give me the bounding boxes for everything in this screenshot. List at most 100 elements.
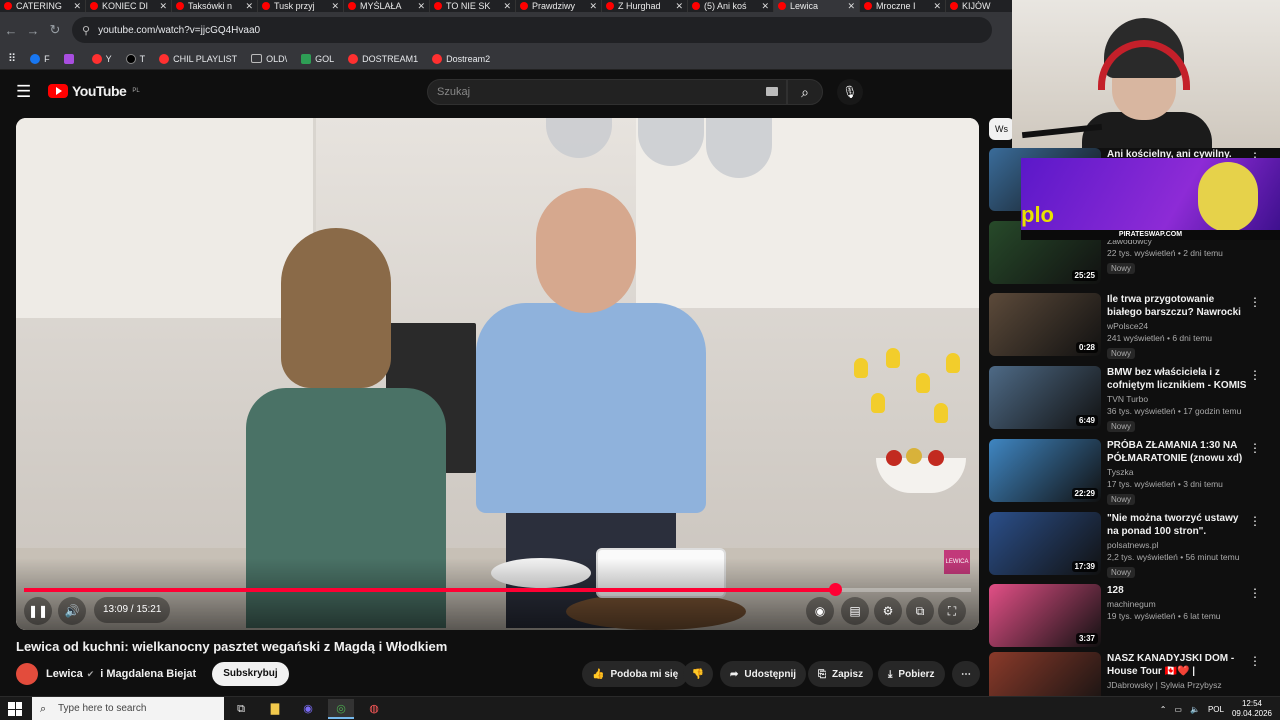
url-text[interactable]: youtube.com/watch?v=jjcGQ4Hvaa0 (98, 25, 260, 36)
dislike-button[interactable]: 👎 (683, 661, 713, 687)
more-actions-button[interactable]: ⋯ (952, 661, 980, 687)
hamburger-menu-icon[interactable]: ☰ (16, 82, 31, 102)
bookmark-item[interactable] (63, 53, 78, 64)
browser-tab[interactable]: KIJÓW✕ (946, 0, 1012, 12)
clock[interactable]: 12:54 09.04.2026 (1232, 699, 1272, 719)
like-button[interactable]: 👍 Podoba mi się (582, 661, 689, 687)
recommendation-title[interactable]: "Nie można tworzyć ustawy na ponad 100 s… (1107, 512, 1247, 538)
recommendation-thumbnail[interactable]: 22:29 (989, 439, 1101, 502)
recommendation-thumbnail[interactable]: 6:49 (989, 366, 1101, 429)
recommendation-channel[interactable]: polsatnews.pl (1107, 540, 1247, 550)
task-view-icon[interactable]: ⧉ (228, 699, 254, 719)
bookmark-item[interactable]: Y (91, 53, 112, 64)
browser-tab[interactable]: Z Hurghad ✕ (602, 0, 688, 12)
voice-search-button[interactable]: 🎙 (837, 79, 863, 105)
obs-icon[interactable]: ◍ (361, 699, 387, 719)
close-icon[interactable]: ✕ (73, 1, 81, 12)
close-icon[interactable]: ✕ (589, 1, 597, 12)
browser-tab[interactable]: CATERING ✕ (0, 0, 86, 12)
recommendation-channel[interactable]: TVN Turbo (1107, 394, 1247, 404)
close-icon[interactable]: ✕ (933, 1, 941, 12)
autoplay-toggle[interactable]: ◉ (806, 597, 834, 625)
save-button[interactable]: ⎘ Zapisz (808, 661, 874, 687)
more-options-icon[interactable]: ⋮ (1249, 654, 1261, 668)
windows-start-icon[interactable] (8, 702, 22, 716)
reload-icon[interactable]: ↻ (44, 22, 66, 38)
recommendation-title[interactable]: NASZ KANADYJSKI DOM - House Tour 🇨🇦❤️ | … (1107, 652, 1247, 678)
recommendation-channel[interactable]: Tyszka (1107, 467, 1247, 477)
collab-name[interactable]: i Magdalena Biejat (100, 668, 196, 680)
search-button[interactable]: ⌕ (787, 79, 823, 105)
subscribe-button[interactable]: Subskrybuj (212, 662, 289, 686)
close-icon[interactable]: ✕ (417, 1, 425, 12)
progress-bar[interactable] (24, 583, 971, 596)
close-icon[interactable]: ✕ (245, 1, 253, 12)
discord-icon[interactable]: ◉ (295, 699, 321, 719)
more-options-icon[interactable]: ⋮ (1249, 586, 1261, 600)
channel-name[interactable]: Lewica (46, 668, 83, 680)
more-options-icon[interactable]: ⋮ (1249, 514, 1261, 528)
close-icon[interactable]: ✕ (761, 1, 769, 12)
close-icon[interactable]: ✕ (503, 1, 511, 12)
more-options-icon[interactable]: ⋮ (1249, 368, 1261, 382)
recommendation-item[interactable]: 3:37 128 machinegum 19 tys. wyświetleń • 6 … (989, 584, 1275, 650)
browser-tab[interactable]: Prawdziwy ✕ (516, 0, 602, 12)
channel-avatar[interactable] (16, 663, 38, 685)
bookmark-item[interactable]: OLD\ (251, 54, 287, 64)
download-button[interactable]: ⤓ Pobierz (878, 661, 945, 687)
chevron-up-icon[interactable]: ⌃ (1160, 705, 1167, 714)
network-icon[interactable]: ▭ (1174, 705, 1182, 714)
more-options-icon[interactable]: ⋮ (1249, 295, 1261, 309)
video-player[interactable]: LEWICA ❚❚ 🔊 13:09 / 15:21 ◉ ▤ ⚙ ⧉ ⛶ (16, 118, 979, 630)
miniplayer-button[interactable]: ⧉ (906, 597, 934, 625)
keyboard-icon[interactable] (766, 87, 778, 96)
close-icon[interactable]: ✕ (331, 1, 339, 12)
subtitles-button[interactable]: ▤ (841, 597, 869, 625)
forward-icon[interactable]: → (22, 23, 44, 38)
search-input[interactable]: Szukaj (427, 79, 787, 105)
bookmark-item[interactable]: T (125, 53, 145, 64)
more-options-icon[interactable]: ⋮ (1249, 441, 1261, 455)
chip-all[interactable]: Ws (989, 118, 1014, 140)
settings-button[interactable]: ⚙ (874, 597, 902, 625)
file-explorer-icon[interactable]: ▇ (262, 699, 288, 719)
volume-icon[interactable]: 🔈 (1190, 705, 1200, 714)
taskbar-search[interactable]: ⌕ Type here to search (32, 697, 224, 720)
back-icon[interactable]: ← (0, 23, 22, 38)
browser-tab[interactable]: Lewica ✕ (774, 0, 860, 12)
chrome-icon[interactable]: ◎ (328, 699, 354, 719)
omnibox[interactable]: ⚲ youtube.com/watch?v=jjcGQ4Hvaa0 (72, 17, 992, 43)
pause-button[interactable]: ❚❚ (24, 597, 52, 625)
browser-tab[interactable]: MYŚLAŁA ✕ (344, 0, 430, 12)
recommendation-channel[interactable]: wPolsce24 (1107, 321, 1247, 331)
close-icon[interactable]: ✕ (675, 1, 683, 12)
recommendation-title[interactable]: PRÓBA ZŁAMANIA 1:30 NA PÓŁMARATONIE (zno… (1107, 439, 1247, 465)
browser-tab[interactable]: Mroczne I ✕ (860, 0, 946, 12)
scrubber-handle[interactable] (828, 583, 842, 596)
browser-tab[interactable]: TO NIE SK ✕ (430, 0, 516, 12)
apps-icon[interactable]: ⠿ (8, 52, 16, 65)
recommendation-channel[interactable]: machinegum (1107, 599, 1247, 609)
browser-tab[interactable]: Tusk przyj ✕ (258, 0, 344, 12)
bookmark-item[interactable]: DOSTREAM1 (348, 53, 418, 64)
recommendation-title[interactable]: 128 (1107, 584, 1247, 597)
bookmark-item[interactable]: Dostream2 (432, 53, 490, 64)
recommendation-item[interactable]: 6:49 BMW bez właściciela i z cofniętym li… (989, 366, 1275, 432)
close-icon[interactable]: ✕ (847, 1, 855, 12)
share-button[interactable]: ➦ Udostępnij (720, 661, 807, 687)
language-indicator[interactable]: POL (1208, 705, 1224, 714)
bookmark-item[interactable]: GOL (301, 53, 334, 64)
browser-tab[interactable]: KONIEC DI ✕ (86, 0, 172, 12)
recommendation-item[interactable]: 0:28 Ile trwa przygotowanie białego barsz… (989, 293, 1275, 359)
bookmark-item[interactable]: CHIL PLAYLIST (159, 53, 237, 64)
volume-button[interactable]: 🔊 (58, 597, 86, 625)
recommendation-item[interactable]: 17:39 "Nie można tworzyć ustawy na ponad … (989, 512, 1275, 578)
recommendation-thumbnail[interactable]: 0:28 (989, 293, 1101, 356)
recommendation-thumbnail[interactable]: 3:37 (989, 584, 1101, 647)
browser-tab[interactable]: (5) Ani koś ✕ (688, 0, 774, 12)
browser-tab[interactable]: Taksówki n ✕ (172, 0, 258, 12)
recommendation-item[interactable]: 22:29 PRÓBA ZŁAMANIA 1:30 NA PÓŁMARATONIE… (989, 439, 1275, 505)
youtube-logo[interactable]: YouTube PL (48, 83, 140, 99)
site-info-icon[interactable]: ⚲ (82, 24, 90, 37)
recommendation-title[interactable]: Ile trwa przygotowanie białego barszczu?… (1107, 293, 1247, 319)
